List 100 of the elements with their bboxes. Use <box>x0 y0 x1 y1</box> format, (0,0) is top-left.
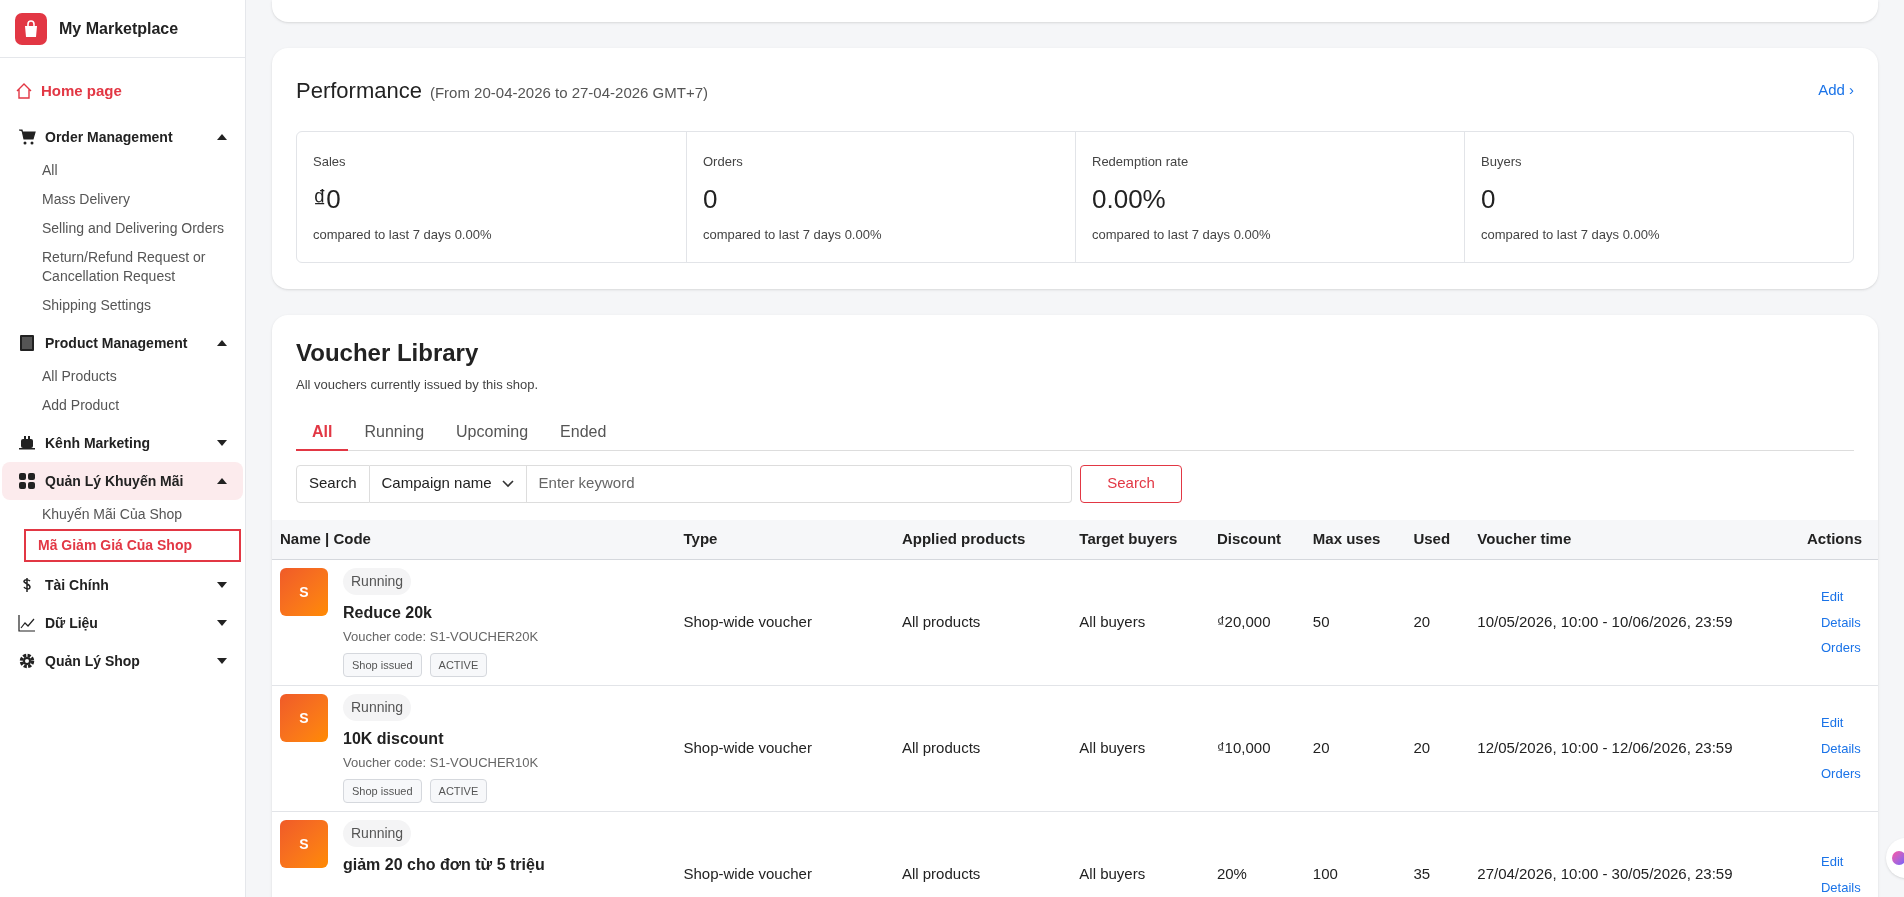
nav-group[interactable]: Tài Chính <box>2 566 243 604</box>
metric-value: 0 <box>1481 182 1497 216</box>
table-cell: ₫10,000 <box>1208 685 1305 812</box>
nav-subitem[interactable]: Return/Refund Request or Cancellation Request <box>2 243 243 291</box>
nav-subitem[interactable]: Add Product <box>2 391 243 420</box>
status-badge: Running <box>343 568 412 595</box>
status-badge: Running <box>343 694 412 721</box>
caret-down-icon <box>217 620 227 626</box>
nav-subitem[interactable]: All Products <box>2 362 243 391</box>
tab[interactable]: Upcoming <box>440 414 545 451</box>
table-cell: All buyers <box>1071 559 1209 686</box>
metric-comparison: compared to last 7 days 0.00% <box>313 225 493 244</box>
column-header: Discount <box>1208 519 1305 560</box>
plug-icon <box>18 434 36 452</box>
caret-up-icon <box>217 340 227 346</box>
action-link[interactable]: Orders <box>1821 764 1861 784</box>
line-chart-icon <box>18 614 36 632</box>
action-link[interactable]: Edit <box>1821 852 1844 872</box>
table-cell: 10/05/2026, 10:00 - 10/06/2026, 23:59 <box>1469 559 1799 686</box>
caret-down-icon <box>217 658 227 664</box>
table-cell: All buyers <box>1071 811 1209 897</box>
tab[interactable]: Ended <box>544 414 623 451</box>
metric-label: Sales <box>313 153 347 171</box>
metric-label: Orders <box>703 153 744 171</box>
date-range: (From 20-04-2026 to 27-04-2026 GMT+7) <box>429 83 708 103</box>
table-cell: 20 <box>1304 685 1406 812</box>
column-header: Voucher time <box>1469 519 1799 560</box>
tag: ACTIVE <box>429 778 488 803</box>
column-header: Actions <box>1799 519 1878 560</box>
tab[interactable]: Running <box>348 414 441 451</box>
keyword-field[interactable]: Enter keyword <box>526 464 1072 503</box>
nav-subitem[interactable]: Mass Delivery <box>2 185 243 214</box>
action-link[interactable]: Details <box>1821 738 1861 759</box>
table-cell: All products <box>893 559 1072 686</box>
home-icon <box>15 82 33 100</box>
cart-icon <box>18 128 36 146</box>
nav-subitem[interactable]: Selling and Delivering Orders <box>2 214 243 243</box>
voucher-library-subtitle: All vouchers currently issued by this shop. <box>296 376 540 394</box>
nav-group[interactable]: Order Management <box>2 118 243 156</box>
add-link[interactable]: Add › <box>1818 79 1854 102</box>
metric-value: ₫0 <box>313 182 342 216</box>
column-header: Max uses <box>1304 519 1406 560</box>
table-cell: 100 <box>1304 811 1406 897</box>
table-cell: 20% <box>1208 811 1305 897</box>
table-cell: 12/05/2026, 10:00 - 12/06/2026, 23:59 <box>1469 685 1799 812</box>
nav-subitem[interactable]: Mã Giảm Giá Của Shop <box>24 529 241 562</box>
campaign-dropdown[interactable]: Campaign name <box>369 464 527 503</box>
nav-subitem[interactable]: Shipping Settings <box>2 291 243 320</box>
action-link[interactable]: Orders <box>1821 638 1861 658</box>
search-button[interactable]: Search <box>1080 464 1182 503</box>
voucher-code: Voucher code: S1-VOUCHER20K <box>343 628 539 646</box>
voucher-name: Reduce 20k <box>343 603 432 623</box>
nav-group[interactable]: Dữ Liệu <box>2 604 243 642</box>
book-icon <box>18 334 36 352</box>
voucher-code: Voucher code: S1-VOUCHER10K <box>343 754 539 772</box>
caret-up-icon <box>217 478 227 484</box>
voucher-name: giảm 20 cho đơn từ 5 triệu <box>343 855 545 875</box>
table-cell: Shop-wide voucher <box>675 811 894 897</box>
nav-subitem[interactable]: Khuyến Mãi Của Shop <box>2 500 243 529</box>
nav-group[interactable]: Kênh Marketing <box>2 424 243 462</box>
metric-comparison: compared to last 7 days 0.00% <box>703 225 883 244</box>
caret-down-icon <box>217 582 227 588</box>
tab[interactable]: All <box>296 414 349 451</box>
home-link[interactable]: Home page <box>2 74 243 108</box>
column-header: Used <box>1405 519 1470 560</box>
tag: Shop issued <box>343 652 422 677</box>
status-badge: Running <box>343 820 412 847</box>
nav-group[interactable]: Quản Lý Khuyến Mãi <box>2 462 243 500</box>
table-cell: 50 <box>1304 559 1406 686</box>
shopping-bag-icon <box>15 12 47 45</box>
table-cell: All products <box>893 685 1072 812</box>
table-cell: 20 <box>1405 685 1470 812</box>
column-header: Target buyers <box>1071 519 1209 560</box>
brand-name: My Marketplace <box>59 18 179 39</box>
voucher-avatar: S <box>280 694 328 742</box>
column-header: Name | Code <box>272 519 676 560</box>
column-header: Type <box>675 519 894 560</box>
chevron-down-icon <box>501 479 514 488</box>
metric-value: 0.00% <box>1092 182 1167 216</box>
search-label: Search <box>296 464 370 503</box>
nav-group[interactable]: Product Management <box>2 324 243 362</box>
action-link[interactable]: Edit <box>1821 587 1844 607</box>
action-link[interactable]: Details <box>1821 612 1861 633</box>
action-link[interactable]: Details <box>1821 877 1861 897</box>
table-cell: All buyers <box>1071 685 1209 812</box>
voucher-library-title: Voucher Library <box>296 338 480 368</box>
table-cell: Shop-wide voucher <box>675 685 894 812</box>
voucher-avatar: S <box>280 568 328 616</box>
voucher-avatar: S <box>280 820 328 868</box>
table-cell: 27/04/2026, 10:00 - 30/05/2026, 23:59 <box>1469 811 1799 897</box>
caret-down-icon <box>217 440 227 446</box>
performance-title: Performance <box>296 77 422 105</box>
nav-group[interactable]: Quản Lý Shop <box>2 642 243 680</box>
metric-value: 0 <box>703 182 719 216</box>
table-cell: 20 <box>1405 559 1470 686</box>
action-link[interactable]: Edit <box>1821 713 1844 733</box>
table-cell: Shop-wide voucher <box>675 559 894 686</box>
caret-up-icon <box>217 134 227 140</box>
metric-label: Buyers <box>1481 153 1523 171</box>
nav-subitem[interactable]: All <box>2 156 243 185</box>
